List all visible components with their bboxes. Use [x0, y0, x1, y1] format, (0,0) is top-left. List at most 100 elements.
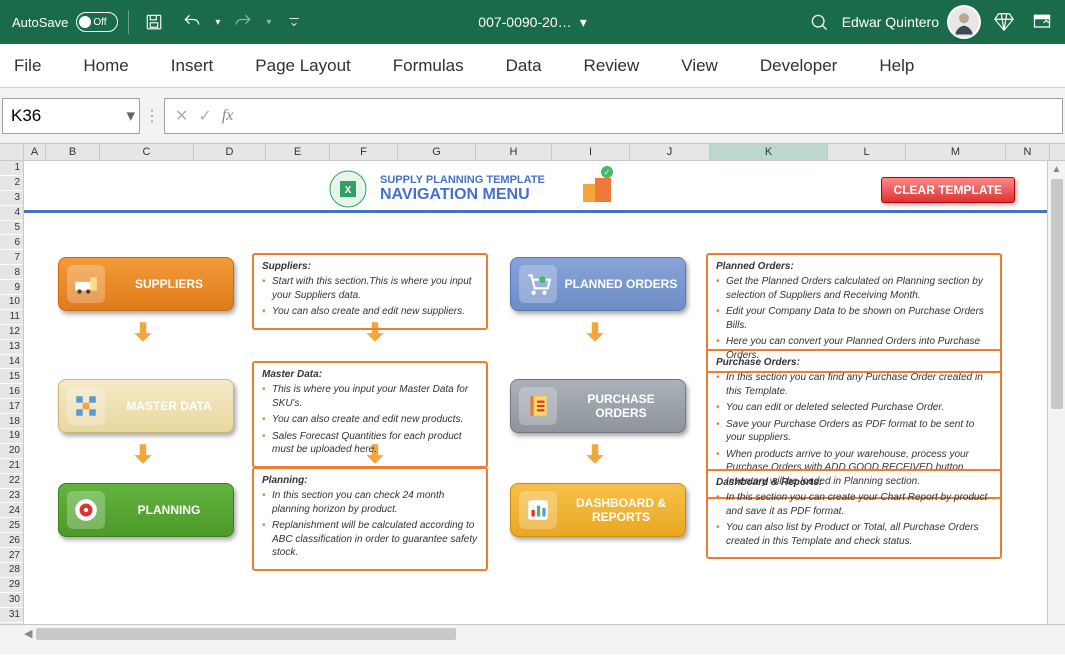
- planned-orders-button[interactable]: PLANNED ORDERS: [510, 257, 686, 311]
- info-suppliers: Suppliers: Start with this section.This …: [252, 253, 488, 330]
- master-data-icon: [67, 387, 105, 425]
- arrow-down-icon: [582, 319, 608, 345]
- nav-title: NAVIGATION MENU: [380, 186, 545, 204]
- name-box[interactable]: K36 ▾: [2, 98, 140, 134]
- title-bar: AutoSave Off ▾ ▾ 007-0090-20… ▾ Edwar Qu…: [0, 0, 1065, 44]
- undo-dropdown-icon[interactable]: ▾: [215, 17, 220, 28]
- namebox-dropdown-icon[interactable]: ▾: [126, 106, 135, 126]
- chevron-down-icon[interactable]: ▾: [580, 14, 587, 31]
- split-grip-icon[interactable]: ⋮: [148, 106, 156, 126]
- planned-orders-icon: [519, 265, 557, 303]
- autosave-toggle[interactable]: Off: [76, 12, 118, 32]
- column-header-M[interactable]: M: [906, 144, 1006, 160]
- tab-insert[interactable]: Insert: [163, 48, 222, 84]
- tab-data[interactable]: Data: [498, 48, 550, 84]
- worksheet-canvas[interactable]: X SUPPLY PLANNING TEMPLATE NAVIGATION ME…: [24, 161, 1065, 624]
- ribbon-tabs: File Home Insert Page Layout Formulas Da…: [0, 44, 1065, 88]
- scroll-left-icon[interactable]: ◀: [24, 627, 32, 640]
- search-icon[interactable]: [804, 7, 834, 37]
- filename-area[interactable]: 007-0090-20… ▾: [478, 14, 586, 31]
- row-header-25[interactable]: 25: [0, 518, 23, 533]
- row-header-20[interactable]: 20: [0, 444, 23, 459]
- row-header-3[interactable]: 3: [0, 191, 23, 206]
- tab-file[interactable]: File: [6, 48, 49, 84]
- undo-button[interactable]: [177, 7, 207, 37]
- suppliers-button[interactable]: SUPPLIERS: [58, 257, 234, 311]
- row-header-11[interactable]: 11: [0, 310, 23, 325]
- row-header-17[interactable]: 17: [0, 399, 23, 414]
- arrow-down-icon: [130, 319, 156, 345]
- clear-template-button[interactable]: CLEAR TEMPLATE: [881, 177, 1015, 203]
- ribbon-display-icon[interactable]: [1027, 7, 1057, 37]
- qat-customize-icon[interactable]: [279, 7, 309, 37]
- filename-label: 007-0090-20…: [478, 14, 571, 30]
- column-header-G[interactable]: G: [398, 144, 476, 160]
- column-header-L[interactable]: L: [828, 144, 906, 160]
- select-all-corner[interactable]: [0, 144, 24, 160]
- row-header-10[interactable]: 10: [0, 295, 23, 310]
- row-header-22[interactable]: 22: [0, 474, 23, 489]
- row-header-8[interactable]: 8: [0, 265, 23, 280]
- dashboard-icon: [519, 491, 557, 529]
- tab-formulas[interactable]: Formulas: [385, 48, 472, 84]
- row-header-12[interactable]: 12: [0, 325, 23, 340]
- suppliers-icon: [67, 265, 105, 303]
- column-header-A[interactable]: A: [24, 144, 46, 160]
- save-icon[interactable]: [139, 7, 169, 37]
- row-header-2[interactable]: 2: [0, 176, 23, 191]
- column-header-H[interactable]: H: [476, 144, 552, 160]
- column-header-J[interactable]: J: [630, 144, 710, 160]
- row-header-18[interactable]: 18: [0, 414, 23, 429]
- column-header-E[interactable]: E: [266, 144, 330, 160]
- row-header-28[interactable]: 28: [0, 563, 23, 578]
- row-header-16[interactable]: 16: [0, 384, 23, 399]
- vertical-scrollbar[interactable]: ▲: [1047, 161, 1065, 624]
- row-header-26[interactable]: 26: [0, 533, 23, 548]
- master-data-button[interactable]: MASTER DATA: [58, 379, 234, 433]
- row-header-29[interactable]: 29: [0, 578, 23, 593]
- column-header-C[interactable]: C: [100, 144, 194, 160]
- row-header-21[interactable]: 21: [0, 459, 23, 474]
- row-header-6[interactable]: 6: [0, 235, 23, 250]
- row-header-4[interactable]: 4: [0, 206, 23, 221]
- diamond-icon[interactable]: [989, 7, 1019, 37]
- tab-home[interactable]: Home: [75, 48, 136, 84]
- row-header-5[interactable]: 5: [0, 221, 23, 236]
- row-header-15[interactable]: 15: [0, 369, 23, 384]
- tab-review[interactable]: Review: [576, 48, 648, 84]
- row-header-14[interactable]: 14: [0, 355, 23, 370]
- tab-view[interactable]: View: [673, 48, 726, 84]
- redo-dropdown-icon[interactable]: ▾: [266, 17, 271, 28]
- column-header-F[interactable]: F: [330, 144, 398, 160]
- formula-input[interactable]: ✕ ✓ fx: [164, 98, 1063, 134]
- row-header-30[interactable]: 30: [0, 593, 23, 608]
- column-header-K[interactable]: K: [710, 144, 828, 160]
- column-header-B[interactable]: B: [46, 144, 100, 160]
- dashboard-reports-button[interactable]: DASHBOARD & REPORTS: [510, 483, 686, 537]
- row-header-23[interactable]: 23: [0, 489, 23, 504]
- row-headers: 1234567891011121314151617181920212223242…: [0, 161, 24, 624]
- row-header-27[interactable]: 27: [0, 548, 23, 563]
- tab-help[interactable]: Help: [871, 48, 922, 84]
- row-header-9[interactable]: 9: [0, 280, 23, 295]
- row-header-13[interactable]: 13: [0, 340, 23, 355]
- svg-text:X: X: [345, 185, 352, 196]
- planning-button[interactable]: PLANNING: [58, 483, 234, 537]
- avatar[interactable]: [947, 5, 981, 39]
- column-header-D[interactable]: D: [194, 144, 266, 160]
- column-header-N[interactable]: N: [1006, 144, 1050, 160]
- tab-developer[interactable]: Developer: [752, 48, 846, 84]
- scroll-up-icon[interactable]: ▲: [1048, 161, 1065, 177]
- column-header-I[interactable]: I: [552, 144, 630, 160]
- purchase-orders-button[interactable]: PURCHASE ORDERS: [510, 379, 686, 433]
- tab-page-layout[interactable]: Page Layout: [247, 48, 358, 84]
- fx-icon[interactable]: fx: [222, 107, 234, 125]
- row-header-7[interactable]: 7: [0, 250, 23, 265]
- redo-button[interactable]: [228, 7, 258, 37]
- row-header-19[interactable]: 19: [0, 429, 23, 444]
- row-header-24[interactable]: 24: [0, 503, 23, 518]
- row-header-1[interactable]: 1: [0, 161, 23, 176]
- horizontal-scrollbar[interactable]: ◀: [0, 624, 1065, 642]
- row-header-31[interactable]: 31: [0, 608, 23, 623]
- autosave-label: AutoSave: [12, 15, 68, 30]
